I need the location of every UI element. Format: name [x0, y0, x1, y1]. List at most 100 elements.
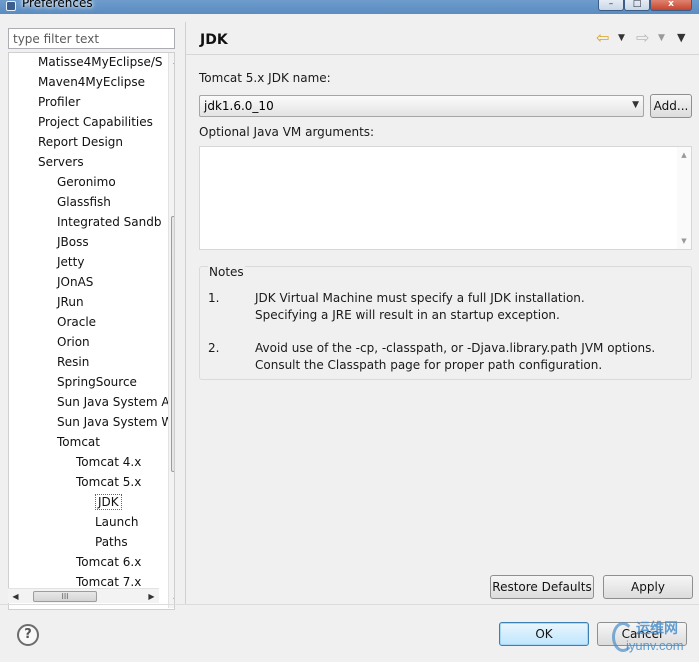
- notes-group: Notes 1. JDK Virtual Machine must specif…: [199, 265, 692, 380]
- tree-item-label: Tomcat 5.x: [76, 475, 142, 489]
- tree-item[interactable]: Jetty: [57, 252, 84, 272]
- note-line: Avoid use of the -cp, -classpath, or -Dj…: [255, 341, 656, 355]
- note-line: JDK Virtual Machine must specify a full …: [255, 291, 585, 305]
- back-dropdown-icon[interactable]: ▼: [618, 30, 625, 46]
- vm-args-textarea[interactable]: ▲ ▼: [199, 146, 692, 250]
- tree-item-label: Jetty: [57, 255, 85, 269]
- forward-arrow-icon[interactable]: ⇨: [636, 30, 649, 46]
- tree-item-label: Glassfish: [57, 195, 111, 209]
- tree-item[interactable]: Orion: [57, 332, 90, 352]
- tree-item-label: Matisse4MyEclipse/S: [38, 55, 163, 69]
- footer-divider: [0, 604, 699, 605]
- forward-dropdown-icon[interactable]: ▼: [658, 30, 665, 46]
- tree-item[interactable]: JOnAS: [57, 272, 93, 292]
- tree-item-label: JBoss: [57, 235, 89, 249]
- tree-item[interactable]: Integrated Sandb: [57, 212, 161, 232]
- jdk-name-label: Tomcat 5.x JDK name:: [199, 71, 331, 85]
- tree-item-label: Maven4MyEclipse: [38, 75, 145, 89]
- tree-item[interactable]: Tomcat 5.x: [76, 472, 141, 492]
- tree-item-label: Tomcat 4.x: [76, 455, 142, 469]
- tree-item[interactable]: Tomcat 6.x: [76, 552, 141, 572]
- tree-item[interactable]: Maven4MyEclipse: [38, 72, 145, 92]
- tree-item-label: JOnAS: [57, 275, 94, 289]
- jdk-select-value: jdk1.6.0_10: [204, 99, 274, 113]
- tree-horizontal-scrollbar[interactable]: ◀ III ▶: [8, 588, 159, 603]
- tree-item-label: Servers: [38, 155, 84, 169]
- tree-item[interactable]: Report Design: [38, 132, 123, 152]
- apply-button[interactable]: Apply: [603, 575, 693, 599]
- add-jdk-button[interactable]: Add...: [650, 94, 692, 118]
- tree-item[interactable]: Resin: [57, 352, 89, 372]
- hscroll-thumb[interactable]: III: [33, 591, 97, 602]
- tree-item[interactable]: Profiler: [38, 92, 80, 112]
- tree-item-label: Sun Java System A: [57, 395, 170, 409]
- tree-item[interactable]: Launch: [95, 512, 138, 532]
- note-line: Consult the Classpath page for proper pa…: [255, 358, 603, 372]
- tree-item[interactable]: SpringSource: [57, 372, 137, 392]
- tree-item[interactable]: Glassfish: [57, 192, 111, 212]
- ok-button[interactable]: OK: [499, 622, 589, 646]
- tree-item-label: Oracle: [57, 315, 97, 329]
- title-bar: Preferences – □ x: [0, 0, 699, 14]
- scroll-down-icon[interactable]: ▼: [677, 237, 691, 245]
- cancel-button[interactable]: Cancel: [597, 622, 687, 646]
- tree-item-label: JRun: [57, 295, 84, 309]
- close-button[interactable]: x: [650, 0, 692, 11]
- tree-item-label: Integrated Sandb: [57, 215, 162, 229]
- note-number: 1.: [208, 291, 220, 305]
- filter-input[interactable]: [8, 28, 175, 49]
- tree-item[interactable]: Oracle: [57, 312, 96, 332]
- minimize-button[interactable]: –: [598, 0, 624, 11]
- maximize-button[interactable]: □: [624, 0, 650, 11]
- tree-item-label: Sun Java System W: [57, 415, 174, 429]
- tree-item[interactable]: JRun: [57, 292, 84, 312]
- tree-vertical-scrollbar[interactable]: ▲ ≡ ▼: [168, 53, 174, 608]
- tree-item-label: SpringSource: [57, 375, 137, 389]
- tree-item[interactable]: Sun Java System A: [57, 392, 170, 412]
- view-menu-icon[interactable]: ▼: [677, 30, 685, 46]
- tree-item[interactable]: JDK: [95, 492, 122, 512]
- scroll-left-icon[interactable]: ◀: [8, 589, 23, 604]
- help-icon[interactable]: ?: [17, 624, 39, 646]
- notes-title: Notes: [208, 265, 245, 279]
- note-text: Avoid use of the -cp, -classpath, or -Dj…: [255, 340, 655, 374]
- note-number: 2.: [208, 341, 220, 355]
- scroll-right-icon[interactable]: ▶: [144, 589, 159, 604]
- tree-item-label: Project Capabilities: [38, 115, 153, 129]
- jdk-page: JDK ⇦ ▼ ⇨ ▼ ▼ Tomcat 5.x JDK name: jdk1.…: [186, 22, 699, 604]
- note-text: JDK Virtual Machine must specify a full …: [255, 290, 585, 324]
- tree-item-label: Tomcat 6.x: [76, 555, 142, 569]
- scroll-up-icon[interactable]: ▲: [169, 53, 174, 68]
- jdk-select[interactable]: jdk1.6.0_10 ▼: [199, 95, 644, 117]
- tree-item-label: Tomcat 7.x: [76, 575, 142, 589]
- tree-item-label: Resin: [57, 355, 90, 369]
- restore-defaults-button[interactable]: Restore Defaults: [490, 575, 594, 599]
- scroll-up-icon[interactable]: ▲: [677, 151, 691, 159]
- window-title: Preferences: [22, 0, 93, 10]
- app-icon: [6, 1, 16, 11]
- tree-item[interactable]: Sun Java System W: [57, 412, 173, 432]
- vm-args-scrollbar[interactable]: ▲ ▼: [677, 147, 691, 249]
- vm-args-label: Optional Java VM arguments:: [199, 125, 375, 139]
- tree-item[interactable]: Paths: [95, 532, 128, 552]
- preferences-tree[interactable]: Tomcat 7.x Tomcat 6.x Paths Launch JDK Tomcat…: [8, 52, 175, 610]
- tree-item-label: Launch: [95, 515, 139, 529]
- tree-item[interactable]: JBoss: [57, 232, 89, 252]
- tree-item-label: JDK: [95, 494, 122, 510]
- tree-item[interactable]: Servers: [38, 152, 84, 172]
- note-line: Specifying a JRE will result in an start…: [255, 308, 560, 322]
- back-arrow-icon[interactable]: ⇦: [596, 30, 609, 46]
- scroll-down-icon[interactable]: ▼: [169, 593, 174, 608]
- tree-item[interactable]: Geronimo: [57, 172, 116, 192]
- tree-item[interactable]: Project Capabilities: [38, 112, 153, 132]
- tree-item-label: Profiler: [38, 95, 81, 109]
- page-title: JDK: [200, 32, 228, 48]
- scroll-thumb[interactable]: ≡: [171, 216, 174, 472]
- tree-item[interactable]: Tomcat: [57, 432, 100, 452]
- tree-item[interactable]: Matisse4MyEclipse/S: [38, 53, 163, 72]
- chevron-down-icon: ▼: [632, 100, 639, 110]
- tree-item[interactable]: Tomcat 4.x: [76, 452, 141, 472]
- title-divider: [186, 54, 699, 55]
- tree-item-label: Report Design: [38, 135, 124, 149]
- tree-item-label: Geronimo: [57, 175, 116, 189]
